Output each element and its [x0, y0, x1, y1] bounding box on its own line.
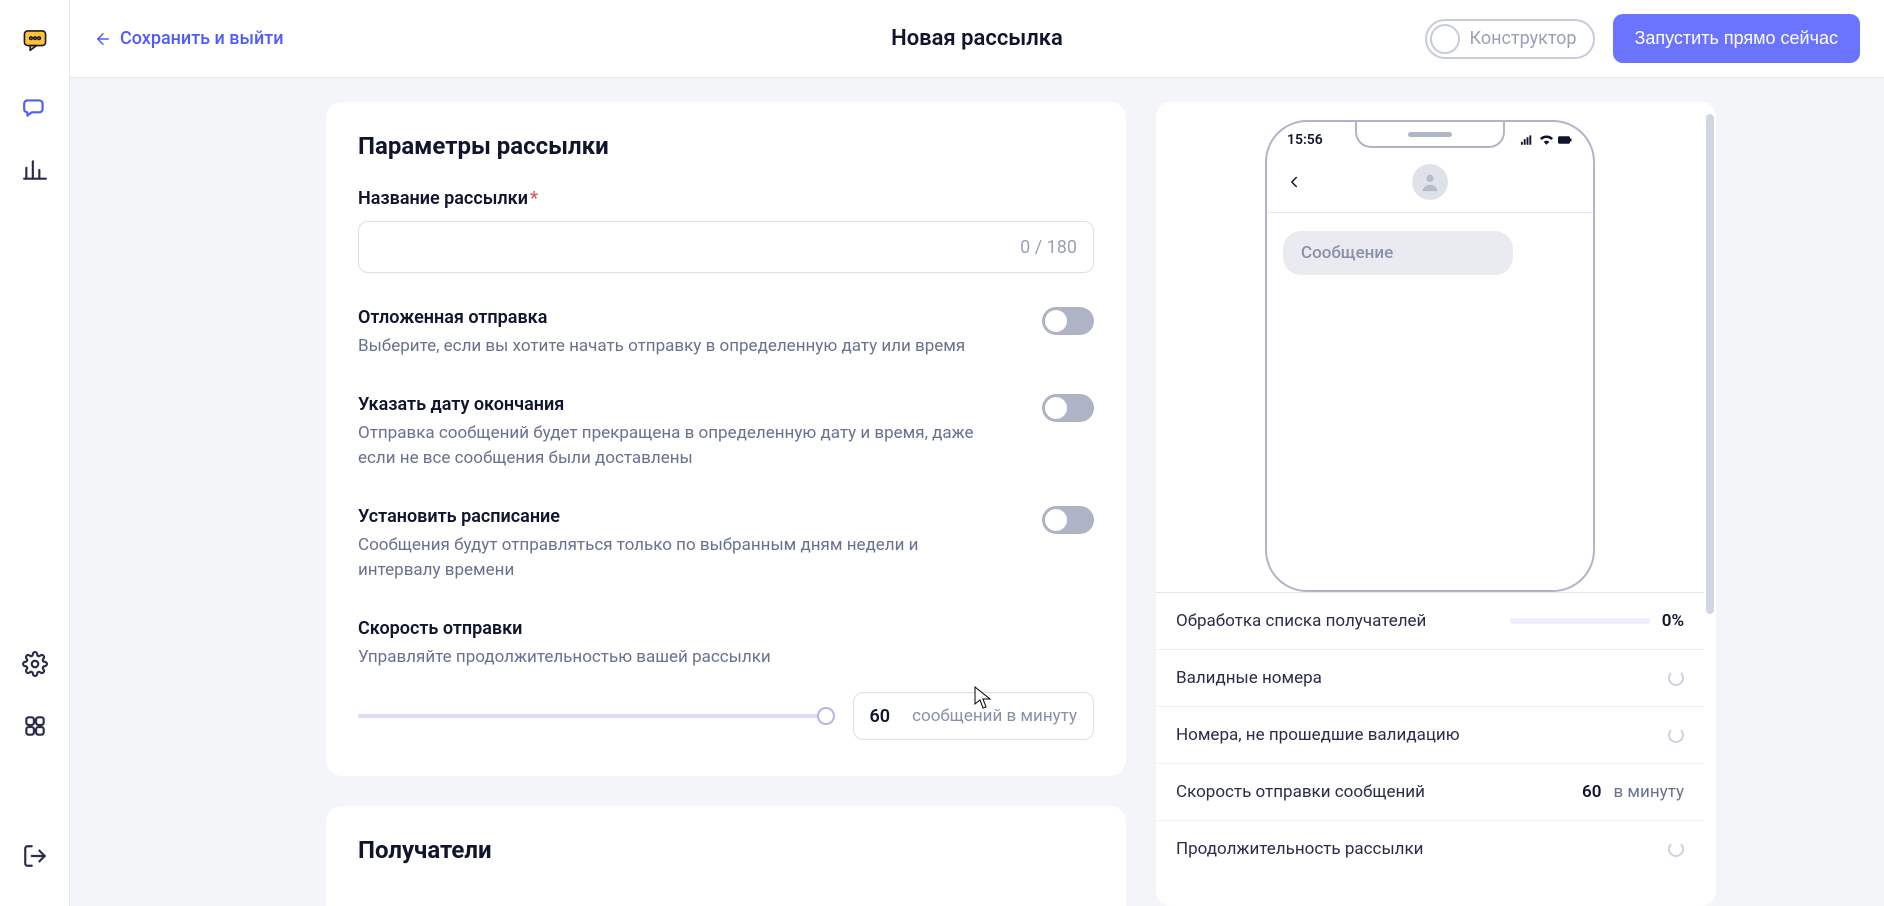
nav-campaigns-icon[interactable]: [15, 88, 55, 128]
back-save-exit-link[interactable]: Сохранить и выйти: [94, 28, 284, 49]
content-area: Параметры рассылки Название рассылки* 0 …: [70, 78, 1884, 906]
recipients-card: Получатели: [326, 806, 1126, 906]
speed-slider[interactable]: [358, 714, 827, 718]
stat-valid-label: Валидные номера: [1176, 668, 1322, 688]
name-field-label: Название рассылки*: [358, 188, 1094, 209]
arrow-left-icon: [94, 30, 112, 48]
schedule-title: Установить расписание: [358, 506, 998, 527]
avatar-icon: [1412, 164, 1448, 200]
phone-mock: 15:56: [1265, 120, 1595, 592]
end-date-row: Указать дату окончания Отправка сообщени…: [358, 394, 1094, 472]
preview-scrollbar-thumb[interactable]: [1706, 114, 1714, 614]
form-column: Параметры рассылки Название рассылки* 0 …: [326, 102, 1126, 906]
nav-logout-icon[interactable]: [15, 836, 55, 876]
preview-stats: Обработка списка получателей 0% Валидные…: [1156, 592, 1704, 877]
stat-invalid-label: Номера, не прошедшие валидацию: [1176, 725, 1460, 745]
recipients-heading: Получатели: [358, 836, 1094, 864]
deferred-title: Отложенная отправка: [358, 307, 965, 328]
spinner-icon: [1668, 670, 1684, 686]
schedule-desc: Сообщения будут отправляться только по в…: [358, 533, 998, 584]
stat-speed-val: 60: [1582, 782, 1601, 802]
back-link-label: Сохранить и выйти: [120, 28, 284, 49]
nav-analytics-icon[interactable]: [15, 150, 55, 190]
page-title: Новая рассылка: [891, 26, 1063, 51]
stat-duration-row: Продолжительность рассылки: [1156, 821, 1704, 877]
stat-speed-label: Скорость отправки сообщений: [1176, 782, 1425, 802]
launch-now-button[interactable]: Запустить прямо сейчас: [1613, 14, 1861, 63]
app-logo-icon: [14, 18, 56, 60]
stat-speed-row: Скорость отправки сообщений 60 в минуту: [1156, 764, 1704, 821]
deferred-desc: Выберите, если вы хотите начать отправку…: [358, 334, 965, 360]
schedule-row: Установить расписание Сообщения будут от…: [358, 506, 1094, 584]
stat-processing-label: Обработка списка получателей: [1176, 611, 1426, 631]
progress-bar: [1510, 618, 1650, 624]
schedule-switch[interactable]: [1042, 506, 1094, 534]
phone-notch-icon: [1355, 122, 1505, 148]
nav-integrations-icon[interactable]: [15, 706, 55, 746]
stat-processing-pct: 0%: [1662, 611, 1684, 631]
speed-row: Скорость отправки Управляйте продолжител…: [358, 618, 1094, 671]
stat-processing-row: Обработка списка получателей 0%: [1156, 593, 1704, 650]
slider-thumb-icon[interactable]: [817, 707, 835, 725]
deferred-send-switch[interactable]: [1042, 307, 1094, 335]
campaign-name-input[interactable]: 0 / 180: [358, 221, 1094, 273]
end-date-desc: Отправка сообщений будет прекращена в оп…: [358, 421, 998, 472]
preview-panel: 15:56: [1156, 102, 1716, 906]
stat-speed-unit: в минуту: [1613, 782, 1684, 802]
nav-settings-icon[interactable]: [15, 644, 55, 684]
top-bar: Сохранить и выйти Новая рассылка Констру…: [70, 0, 1884, 78]
stat-invalid-row: Номера, не прошедшие валидацию: [1156, 707, 1704, 764]
phone-preview-stage: 15:56: [1156, 102, 1704, 592]
params-heading: Параметры рассылки: [358, 132, 1094, 160]
toggle-dot-icon: [1430, 24, 1460, 54]
phone-clock: 15:56: [1287, 132, 1323, 148]
spinner-icon: [1668, 841, 1684, 857]
speed-slider-row: 60 сообщений в минуту: [358, 692, 1094, 740]
constructor-toggle[interactable]: Конструктор: [1425, 19, 1595, 59]
phone-status-icons: [1520, 134, 1573, 146]
speed-unit: сообщений в минуту: [912, 706, 1077, 726]
stat-valid-row: Валидные номера: [1156, 650, 1704, 707]
chat-back-icon: [1285, 173, 1303, 191]
end-date-title: Указать дату окончания: [358, 394, 998, 415]
params-card: Параметры рассылки Название рассылки* 0 …: [326, 102, 1126, 776]
speed-value: 60: [870, 706, 891, 727]
speed-desc: Управляйте продолжительностью вашей расс…: [358, 645, 771, 671]
constructor-toggle-label: Конструктор: [1470, 28, 1577, 49]
preview-message-bubble: Сообщение: [1283, 231, 1513, 275]
spinner-icon: [1668, 727, 1684, 743]
speed-value-input[interactable]: 60 сообщений в минуту: [853, 692, 1094, 740]
end-date-switch[interactable]: [1042, 394, 1094, 422]
deferred-send-row: Отложенная отправка Выберите, если вы хо…: [358, 307, 1094, 360]
side-nav: [0, 0, 70, 906]
speed-title: Скорость отправки: [358, 618, 771, 639]
name-char-counter: 0 / 180: [1020, 237, 1077, 258]
preview-scrollbar-track[interactable]: [1706, 110, 1714, 898]
stat-duration-label: Продолжительность рассылки: [1176, 839, 1423, 859]
